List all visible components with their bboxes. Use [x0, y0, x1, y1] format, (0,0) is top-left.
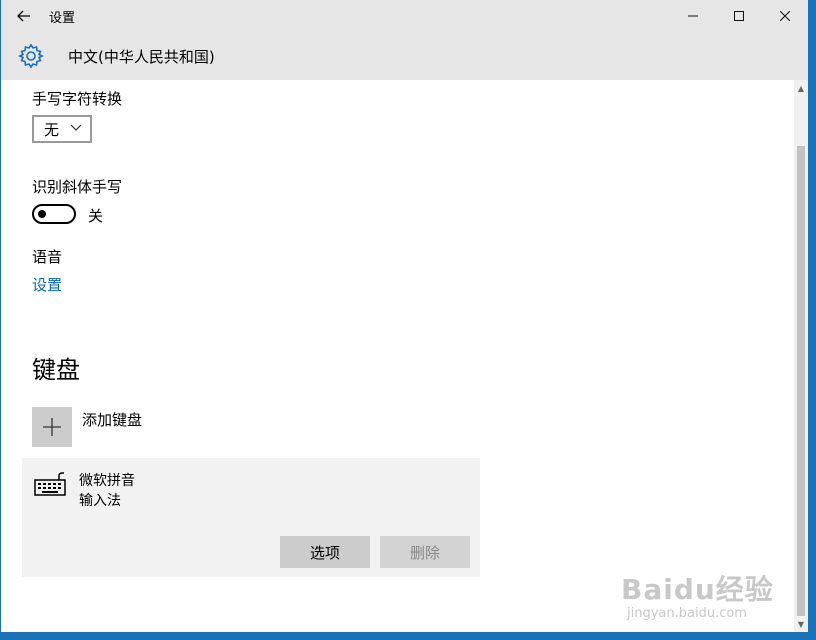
scroll-up-arrow-icon[interactable]: ▲: [794, 80, 808, 96]
ime-item[interactable]: 微软拼音 输入法 选项 删除: [22, 458, 480, 577]
add-keyboard-label[interactable]: 添加键盘: [82, 409, 142, 430]
window-controls: [670, 0, 808, 32]
back-button[interactable]: [1, 0, 47, 32]
toggle-state-label: 关: [88, 207, 104, 225]
close-button[interactable]: [762, 0, 808, 32]
keyboard-heading: 键盘: [32, 356, 80, 384]
keyboard-icon: [34, 471, 68, 497]
options-button[interactable]: 选项: [280, 536, 370, 568]
settings-content: 手写字符转换 无 识别斜体手写 关 语音 设置 键盘 添加键盘 微软拼音 输入法…: [1, 80, 794, 632]
speech-settings-link[interactable]: 设置: [32, 274, 62, 295]
scroll-thumb[interactable]: [797, 146, 805, 616]
italic-handwriting-label: 识别斜体手写: [32, 178, 123, 196]
chevron-down-icon: [70, 120, 82, 140]
maximize-button[interactable]: [716, 0, 762, 32]
window-title: 设置: [49, 10, 76, 26]
toggle-knob: [38, 210, 46, 218]
back-arrow-icon: [17, 10, 30, 22]
maximize-icon: [734, 11, 744, 21]
watermark-main: Baidu经验: [621, 573, 774, 606]
window-border-right: [808, 0, 816, 640]
page-title: 中文(中华人民共和国): [68, 47, 215, 66]
gear-icon: [18, 43, 44, 69]
minimize-button[interactable]: [670, 0, 716, 32]
speech-label: 语音: [32, 248, 63, 266]
delete-button[interactable]: 删除: [380, 536, 470, 568]
minimize-icon: [688, 15, 698, 17]
watermark: Baidu经验 jingyan.baidu.com: [621, 568, 774, 621]
vertical-scrollbar[interactable]: ▲ ▼: [794, 80, 808, 632]
ime-type: 输入法: [79, 493, 121, 509]
page-header: 中文(中华人民共和国): [1, 32, 808, 80]
close-icon: [780, 11, 790, 21]
add-keyboard-button[interactable]: [32, 407, 72, 447]
italic-handwriting-toggle[interactable]: [32, 204, 76, 224]
ime-name: 微软拼音: [79, 473, 135, 489]
title-bar: 设置: [1, 0, 808, 32]
handwriting-conversion-dropdown[interactable]: 无: [32, 115, 92, 143]
handwriting-conversion-label: 手写字符转换: [32, 90, 123, 108]
scroll-down-arrow-icon[interactable]: ▼: [794, 616, 808, 632]
watermark-sub: jingyan.baidu.com: [627, 606, 747, 621]
window-border-bottom: [0, 632, 816, 640]
dropdown-value: 无: [44, 120, 60, 139]
plus-icon: [43, 418, 61, 436]
